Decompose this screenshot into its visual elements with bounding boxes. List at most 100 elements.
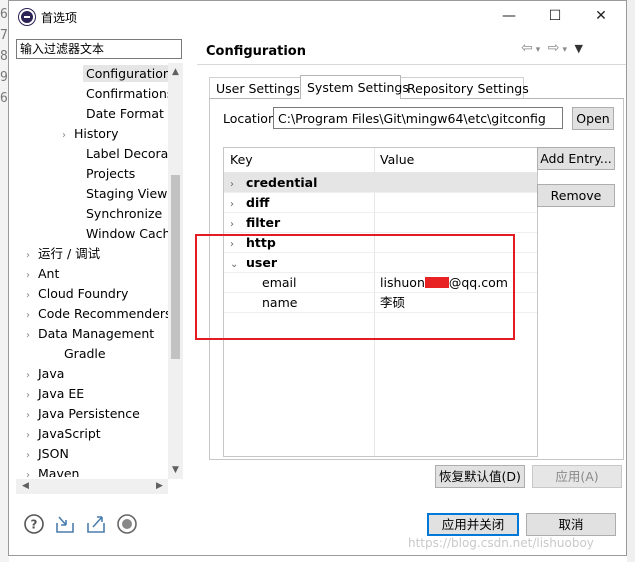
gutter-line-number: 9 [0, 70, 8, 85]
preferences-tree: Configuration Confirmations ar Date Format… [16, 63, 174, 477]
tree-item-label: JSON [38, 446, 69, 461]
tree-item[interactable]: › Data Management [26, 324, 154, 344]
help-icon[interactable]: ? [23, 513, 45, 535]
expand-arrow-icon[interactable]: › [230, 175, 246, 195]
expand-arrow-icon[interactable]: › [26, 446, 38, 466]
tree-item-label: Java EE [38, 386, 85, 401]
tree-item-label: Cloud Foundry [38, 286, 129, 301]
close-button[interactable]: ✕ [578, 5, 624, 29]
apply-and-close-button[interactable]: 应用并关闭 [427, 513, 519, 536]
tab-system-settings[interactable]: System Settings [300, 75, 409, 99]
remove-button[interactable]: Remove [537, 184, 615, 207]
scrollbar-thumb[interactable] [171, 175, 180, 359]
key-text: diff [246, 195, 270, 210]
tree-item-label: Gradle [64, 346, 106, 361]
restore-defaults-button[interactable]: 恢复默认值(D) [435, 465, 525, 488]
minimize-button[interactable]: — [486, 5, 532, 29]
tree-item[interactable]: › Cloud Foundry [26, 284, 128, 304]
expand-arrow-icon[interactable]: › [26, 426, 38, 446]
location-field[interactable] [273, 107, 563, 129]
tree-horizontal-scrollbar[interactable]: ◀ ▶ [16, 479, 168, 494]
tab-user-settings[interactable]: User Settings [209, 77, 301, 99]
scroll-right-icon[interactable]: ▶ [152, 479, 167, 494]
tree-item[interactable]: Gradle [52, 344, 106, 364]
tree-item-label: 运行 / 调试 [38, 246, 101, 261]
tree-item[interactable]: Configuration [74, 64, 174, 84]
add-entry-button[interactable]: Add Entry... [537, 147, 615, 170]
tree-item[interactable]: Date Format [74, 104, 164, 124]
tree-item[interactable]: › Maven [26, 464, 79, 477]
key-text: credential [246, 175, 318, 190]
view-menu-icon[interactable]: ▼ [574, 42, 582, 55]
key-cell: › diff [230, 193, 269, 215]
expand-arrow-icon[interactable]: › [26, 306, 38, 326]
tree-item-label: Staging View [86, 186, 168, 201]
red-highlight-box [195, 234, 515, 340]
watermark-text: https://blog.csdn.net/lishuoboy [408, 536, 594, 550]
tree-item-label: Configuration [83, 65, 174, 82]
column-header-value[interactable]: Value [374, 148, 414, 172]
column-header-key[interactable]: Key [224, 148, 253, 172]
navigation-controls: ⇦ ▾ ⇨ ▾ ▼ [521, 40, 586, 56]
tree-item[interactable]: Synchronize [74, 204, 162, 224]
table-row[interactable]: › diff [224, 193, 537, 215]
tree-item[interactable]: Projects [74, 164, 135, 184]
tree-item[interactable]: › JSON [26, 444, 69, 464]
tree-item-label: Confirmations ar [86, 86, 174, 101]
import-icon[interactable] [54, 513, 76, 535]
back-arrow-icon[interactable]: ⇦ [521, 40, 533, 56]
expand-arrow-icon[interactable]: › [26, 466, 38, 477]
key-cell: › filter [230, 213, 280, 235]
dropdown-small-icon[interactable]: ▾ [536, 45, 541, 55]
tab-repository-settings[interactable]: Repository Settings [400, 77, 529, 99]
tree-item[interactable]: › Java EE [26, 384, 84, 404]
expand-arrow-icon[interactable]: › [62, 126, 74, 146]
tree-item[interactable]: › Code Recommenders [26, 304, 172, 324]
scroll-left-icon[interactable]: ◀ [18, 479, 33, 494]
export-icon[interactable] [85, 513, 107, 535]
table-row[interactable]: › filter [224, 213, 537, 235]
tree-item[interactable]: › Ant [26, 264, 59, 284]
tree-item[interactable]: › 运行 / 调试 [26, 244, 100, 264]
table-row[interactable]: › credential [224, 173, 537, 195]
gutter-line-number: 8 [0, 49, 8, 64]
expand-arrow-icon[interactable]: › [26, 266, 38, 286]
tree-item-label: Java [38, 366, 65, 381]
tree-item[interactable]: › JavaScript [26, 424, 101, 444]
gutter-line-number: 6 [0, 7, 8, 22]
gutter-line-number: 7 [0, 28, 8, 43]
expand-arrow-icon[interactable]: › [26, 366, 38, 386]
tree-item[interactable]: Label Decoration [74, 144, 174, 164]
scroll-down-icon[interactable]: ▼ [168, 463, 183, 478]
tree-item-label: History [74, 126, 119, 141]
expand-arrow-icon[interactable]: › [26, 286, 38, 306]
scroll-up-icon[interactable]: ▲ [168, 65, 183, 80]
expand-arrow-icon[interactable]: › [26, 246, 38, 266]
tree-item[interactable]: › Java Persistence [26, 404, 140, 424]
tree-item[interactable]: › Java [26, 364, 64, 384]
tree-item[interactable]: › History [62, 124, 118, 144]
tree-item[interactable]: Confirmations ar [74, 84, 174, 104]
open-button[interactable]: Open [572, 107, 614, 130]
tree-item-label: Synchronize [86, 206, 163, 221]
tree-item-label: Code Recommenders [38, 306, 172, 321]
maximize-button[interactable]: ☐ [532, 5, 578, 29]
expand-arrow-icon[interactable]: › [26, 386, 38, 406]
apply-button[interactable]: 应用(A) [532, 465, 622, 488]
expand-arrow-icon[interactable]: › [230, 215, 246, 235]
cancel-button[interactable]: 取消 [526, 513, 616, 536]
page-title: Configuration [206, 44, 306, 59]
record-icon[interactable] [116, 513, 138, 535]
tree-item[interactable]: Staging View [74, 184, 167, 204]
dropdown-small-icon[interactable]: ▾ [562, 45, 567, 55]
forward-arrow-icon[interactable]: ⇨ [548, 40, 560, 56]
key-cell: › credential [230, 173, 317, 195]
expand-arrow-icon[interactable]: › [26, 406, 38, 426]
tree-item-label: Projects [86, 166, 136, 181]
tree-vertical-scrollbar[interactable]: ▲ ▼ [168, 63, 183, 479]
tree-item[interactable]: Window Cache [74, 224, 174, 244]
filter-input[interactable] [16, 39, 182, 59]
expand-arrow-icon[interactable]: › [26, 326, 38, 346]
tree-item-label: Java Persistence [38, 406, 140, 421]
expand-arrow-icon[interactable]: › [230, 195, 246, 215]
